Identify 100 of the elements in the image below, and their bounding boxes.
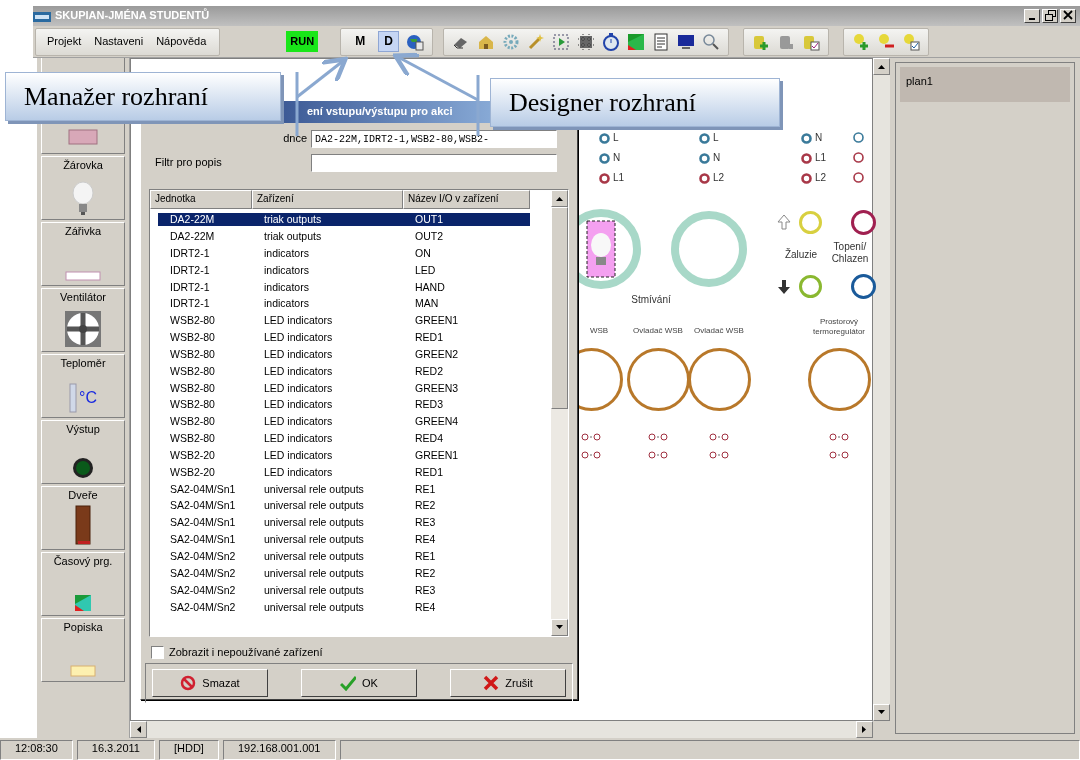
table-cell-text: universal rele outputs bbox=[263, 516, 365, 529]
table-cell-text: WSB2-80 bbox=[169, 331, 216, 344]
field-label: Filtr pro popis bbox=[154, 156, 223, 170]
table-cell: DA2-22M bbox=[158, 213, 252, 226]
field-label: dnce bbox=[282, 132, 308, 146]
table-cell-text: WSB2-80 bbox=[169, 347, 216, 361]
palette-item-label: Časový prg. bbox=[53, 555, 113, 569]
palette-item-label: Popiska bbox=[63, 621, 103, 635]
table-cell-text: RED1 bbox=[414, 331, 444, 344]
table-cell-text: GREEN2 bbox=[414, 347, 460, 361]
status-cell: 12:08:30 bbox=[0, 740, 73, 760]
table-cell-text: WSB2-20 bbox=[169, 465, 216, 479]
table-cell-text: LED indicators bbox=[263, 364, 334, 378]
table-cell-text: RE2 bbox=[414, 566, 437, 580]
table-cell-text: indicators bbox=[263, 280, 310, 294]
callout-tooltip: Designer rozhraní bbox=[490, 78, 780, 128]
table-cell-text: IDRT2-1 bbox=[169, 263, 211, 277]
table-cell-text: indicators bbox=[263, 297, 310, 310]
table-cell-text: LED indicators bbox=[263, 432, 334, 445]
table-cell-text: WSB2-80 bbox=[169, 314, 216, 327]
status-cell: 192.168.001.001 bbox=[222, 740, 336, 760]
palette-item-label: Ventilátor bbox=[60, 291, 106, 305]
table-cell-text: SA2-04M/Sn1 bbox=[169, 533, 237, 546]
table-cell-text: RE3 bbox=[414, 516, 437, 529]
palette-item-label: Teploměr bbox=[60, 357, 106, 371]
table-cell-text: WSB2-80 bbox=[169, 398, 216, 411]
table-cell-text: HAND bbox=[414, 280, 446, 294]
table-cell-text: LED indicators bbox=[263, 331, 334, 344]
terminal-label: L2 bbox=[713, 172, 725, 184]
table-cell-text: WSB2-80 bbox=[169, 415, 216, 428]
table-cell-text: universal rele outputs bbox=[263, 499, 365, 513]
table-cell-text: LED indicators bbox=[263, 314, 334, 327]
table-cell: OUT1 bbox=[403, 213, 530, 226]
table-cell-text: GREEN3 bbox=[414, 381, 460, 395]
widget-title: WSB bbox=[588, 326, 610, 336]
table-cell-text: SA2-04M/Sn2 bbox=[169, 583, 237, 597]
table-cell-text: universal rele outputs bbox=[263, 533, 365, 546]
palette-item-label: Dveře bbox=[68, 489, 98, 503]
table-cell-text: RED1 bbox=[414, 465, 444, 479]
terminal-label: N bbox=[713, 152, 721, 164]
table-cell-text: RE4 bbox=[414, 600, 437, 614]
table-cell-text: WSB2-80 bbox=[169, 432, 216, 445]
callout-tooltip: Manažer rozhraní bbox=[5, 72, 281, 122]
table-cell-text: OUT2 bbox=[414, 229, 444, 243]
table-cell-text: IDRT2-1 bbox=[169, 297, 211, 310]
widget-title: Ovladač WSB bbox=[632, 326, 684, 336]
table-cell-text: LED indicators bbox=[263, 448, 334, 462]
table-cell-text: triak outputs bbox=[263, 229, 323, 243]
terminal-label: L1 bbox=[613, 172, 625, 184]
widget-title: Prostorový termoregulátor bbox=[812, 317, 866, 337]
table-cell-text: GREEN1 bbox=[414, 314, 460, 327]
table-cell-text: MAN bbox=[414, 297, 440, 310]
canvas-caption: Žaluzie bbox=[783, 249, 819, 261]
table-cell-text: LED indicators bbox=[263, 347, 334, 361]
window-title: SKUPIAN-JMÉNA STUDENTŮ bbox=[54, 9, 210, 23]
terminal-label: L bbox=[713, 132, 719, 144]
table-cell-text: RED2 bbox=[414, 364, 444, 378]
table-cell-text: WSB2-20 bbox=[169, 448, 216, 462]
table-cell-text: LED bbox=[414, 263, 437, 277]
table-cell-text: SA2-04M/Sn1 bbox=[169, 499, 237, 513]
table-cell-text: WSB2-80 bbox=[169, 364, 216, 378]
table-cell-text: GREEN4 bbox=[414, 415, 460, 428]
table-cell-text: RED3 bbox=[414, 398, 444, 411]
table-cell-text: RE3 bbox=[414, 583, 437, 597]
table-cell-text: SA2-04M/Sn1 bbox=[169, 482, 237, 496]
table-cell-text: LED indicators bbox=[263, 415, 334, 428]
table-cell-text: RED4 bbox=[414, 432, 444, 445]
table-cell-text: IDRT2-1 bbox=[169, 280, 211, 294]
table-cell-text: IDRT2-1 bbox=[169, 246, 211, 260]
table-cell-text: universal rele outputs bbox=[263, 583, 365, 597]
table-cell-text: RE2 bbox=[414, 499, 437, 513]
table-cell-text: DA2-22M bbox=[169, 229, 216, 243]
palette-item-label: Zářivka bbox=[64, 225, 102, 239]
table-cell-text: GREEN1 bbox=[414, 448, 460, 462]
terminal-label: L2 bbox=[815, 172, 827, 184]
table-cell-text: RE1 bbox=[414, 482, 437, 496]
table-cell-text: LED indicators bbox=[263, 381, 334, 395]
widget-title: Ovladač WSB bbox=[693, 326, 745, 336]
table-cell-text: SA2-04M/Sn2 bbox=[169, 550, 237, 563]
terminal-label: N bbox=[613, 152, 621, 164]
palette-item-label: Výstup bbox=[66, 423, 100, 437]
table-cell-text: indicators bbox=[263, 263, 310, 277]
canvas-caption: Stmívání bbox=[630, 294, 672, 306]
table-cell-text: universal rele outputs bbox=[263, 566, 365, 580]
table-cell-text: LED indicators bbox=[263, 465, 334, 479]
table-cell-text: ON bbox=[414, 246, 432, 260]
table-cell-text: universal rele outputs bbox=[263, 482, 365, 496]
table-cell-text: SA2-04M/Sn2 bbox=[169, 600, 237, 614]
degree-symbol: °C bbox=[79, 388, 97, 408]
table-cell: triak outputs bbox=[252, 213, 403, 226]
table-cell-text: SA2-04M/Sn2 bbox=[169, 566, 237, 580]
status-cell: 16.3.2011 bbox=[76, 740, 155, 760]
canvas-caption: Topení/ Chlazen bbox=[830, 241, 870, 265]
table-cell-text: universal rele outputs bbox=[263, 600, 365, 614]
table-cell-text: indicators bbox=[263, 246, 310, 260]
table-cell-text: LED indicators bbox=[263, 398, 334, 411]
table-cell-text: SA2-04M/Sn1 bbox=[169, 516, 237, 529]
terminal-label: L bbox=[613, 132, 619, 144]
palette-item-label: Žárovka bbox=[63, 159, 103, 173]
table-cell-text: RE1 bbox=[414, 550, 437, 563]
